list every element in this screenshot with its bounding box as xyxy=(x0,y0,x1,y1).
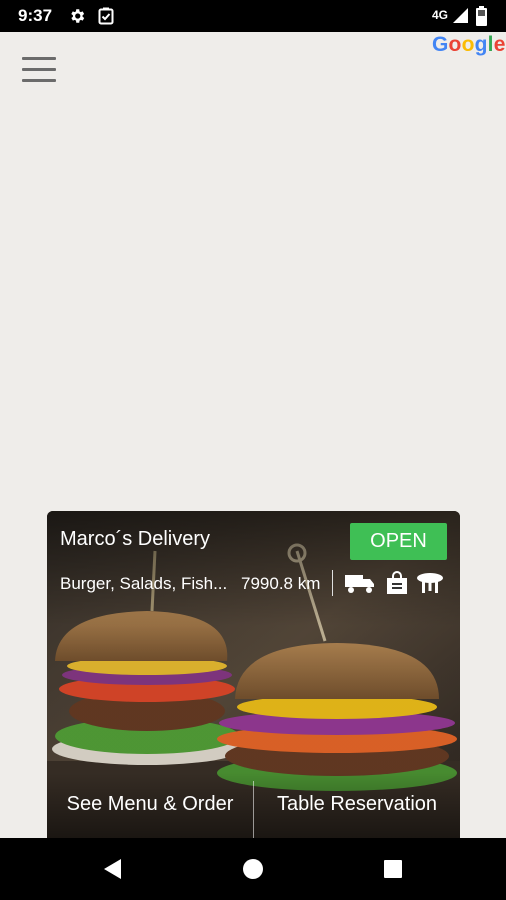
home-icon[interactable] xyxy=(223,838,283,900)
network-type: 4G xyxy=(432,8,449,22)
restaurant-name: Marco´s Delivery xyxy=(60,528,211,550)
status-time: 9:37 xyxy=(18,6,53,25)
signal-icon xyxy=(453,8,468,23)
shopping-bag-icon xyxy=(387,571,407,594)
cuisine-text: Burger, Salads, Fish... xyxy=(60,574,228,593)
battery-icon xyxy=(476,6,487,26)
recents-icon[interactable] xyxy=(363,838,423,900)
clipboard-check-icon xyxy=(98,7,114,25)
table-reservation-button[interactable]: Table Reservation xyxy=(254,769,460,838)
distance-text: 7990.8 km xyxy=(241,574,321,593)
settings-icon xyxy=(71,9,85,23)
see-menu-order-button[interactable]: See Menu & Order xyxy=(47,769,253,838)
delivery-truck-icon xyxy=(345,575,374,593)
google-logo: Google xyxy=(432,33,506,56)
hamburger-menu-icon[interactable] xyxy=(22,57,56,83)
info-divider xyxy=(332,570,333,596)
table-icon xyxy=(417,573,443,593)
open-status-badge[interactable]: OPEN xyxy=(350,523,447,560)
navigation-bar xyxy=(0,838,506,900)
status-bar: 9:37 4G xyxy=(0,0,506,32)
restaurant-card[interactable]: Marco´s Delivery OPEN Burger, Salads, Fi… xyxy=(47,511,460,838)
back-icon[interactable] xyxy=(83,838,143,900)
